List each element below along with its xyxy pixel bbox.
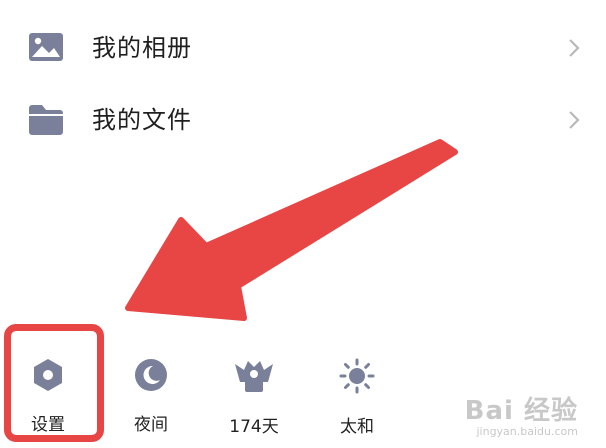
bottom-item-label: 夜间 <box>134 415 168 435</box>
bottom-item-days[interactable]: 174天 <box>214 358 294 437</box>
sun-icon <box>317 358 397 398</box>
watermark: Bai 经验 jingyan.baidu.com <box>465 390 578 438</box>
bottom-item-weather[interactable]: 太和 <box>317 358 397 437</box>
watermark-logo: Bai 经验 <box>464 396 578 426</box>
watermark-url: jingyan.baidu.com <box>476 425 578 438</box>
bottom-item-label: 太和 <box>340 417 374 437</box>
bottom-item-night[interactable]: 夜间 <box>111 358 191 435</box>
badge-icon <box>214 358 294 398</box>
moon-icon <box>111 358 191 396</box>
bottom-item-label: 174天 <box>229 417 279 437</box>
annotation-highlight-box <box>4 324 104 442</box>
